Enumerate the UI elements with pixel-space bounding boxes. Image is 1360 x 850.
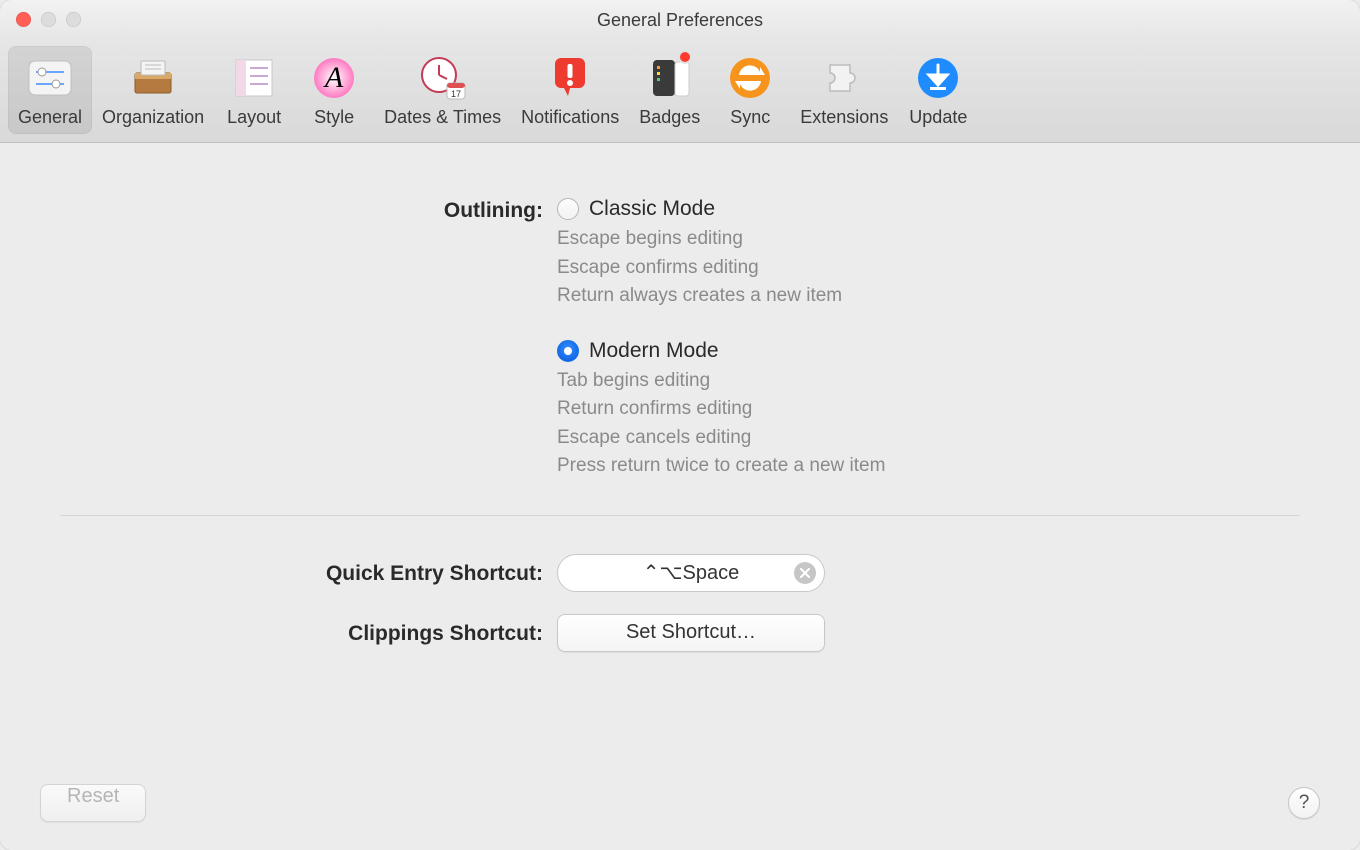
sync-icon	[720, 52, 780, 104]
style-icon: A	[304, 52, 364, 104]
quick-entry-shortcut-field[interactable]: ⌃⌥Space	[557, 554, 825, 592]
svg-text:17: 17	[451, 89, 461, 99]
radio-button-checked-icon	[557, 340, 579, 362]
tab-label: Extensions	[800, 108, 888, 126]
quick-entry-label: Quick Entry Shortcut:	[60, 560, 557, 586]
zoom-window-button[interactable]	[66, 12, 81, 27]
sliders-icon	[20, 52, 80, 104]
x-icon	[800, 568, 810, 578]
separator	[60, 515, 1300, 516]
general-pane: Outlining: Classic Mode Escape begins ed…	[0, 143, 1360, 837]
desc-line: Return confirms editing	[557, 395, 1300, 424]
alert-icon	[540, 52, 600, 104]
titlebar: General Preferences	[0, 0, 1360, 40]
tab-label: Update	[909, 108, 967, 126]
tab-notifications[interactable]: Notifications	[511, 46, 629, 134]
tab-label: Dates & Times	[384, 108, 501, 126]
tab-badges[interactable]: Badges	[629, 46, 710, 134]
classic-mode-description: Escape begins editing Escape confirms ed…	[557, 225, 1300, 311]
radio-title: Classic Mode	[589, 197, 715, 221]
tab-label: Notifications	[521, 108, 619, 126]
tab-label: Organization	[102, 108, 204, 126]
modern-mode-description: Tab begins editing Return confirms editi…	[557, 367, 1300, 481]
footer: Reset ?	[40, 784, 1320, 822]
tab-sync[interactable]: Sync	[710, 46, 790, 134]
set-clippings-shortcut-button[interactable]: Set Shortcut…	[557, 614, 825, 652]
clock-calendar-icon: 17	[413, 52, 473, 104]
radio-button-icon	[557, 198, 579, 220]
clear-shortcut-button[interactable]	[794, 562, 816, 584]
help-button[interactable]: ?	[1288, 787, 1320, 819]
tab-label: Badges	[639, 108, 700, 126]
button-label: Reset	[67, 785, 119, 807]
desc-line: Escape cancels editing	[557, 424, 1300, 453]
outlining-label: Outlining:	[60, 197, 557, 223]
radio-classic-mode[interactable]: Classic Mode	[557, 197, 1300, 221]
svg-text:A: A	[323, 61, 344, 94]
layout-icon	[224, 52, 284, 104]
minimize-window-button[interactable]	[41, 12, 56, 27]
radio-title: Modern Mode	[589, 339, 719, 363]
desc-line: Return always creates a new item	[557, 282, 1300, 311]
drawer-icon	[123, 52, 183, 104]
window-controls	[16, 12, 81, 27]
desc-line: Press return twice to create a new item	[557, 452, 1300, 481]
download-icon	[908, 52, 968, 104]
button-label: Set Shortcut…	[626, 621, 756, 644]
shortcut-value: ⌃⌥Space	[643, 560, 740, 585]
preferences-toolbar: General Organization	[0, 40, 1360, 143]
close-window-button[interactable]	[16, 12, 31, 27]
tab-dates-times[interactable]: 17 Dates & Times	[374, 46, 511, 134]
help-icon: ?	[1299, 792, 1310, 814]
radio-modern-mode[interactable]: Modern Mode	[557, 339, 1300, 363]
tab-general[interactable]: General	[8, 46, 92, 134]
tab-style[interactable]: A Style	[294, 46, 374, 134]
tab-label: Sync	[730, 108, 770, 126]
preferences-window: General Preferences General	[0, 0, 1360, 850]
clippings-row: Clippings Shortcut: Set Shortcut…	[60, 614, 1300, 652]
tab-update[interactable]: Update	[898, 46, 978, 134]
puzzle-icon	[814, 52, 874, 104]
window-title: General Preferences	[597, 10, 763, 31]
desc-line: Escape confirms editing	[557, 254, 1300, 283]
tab-layout[interactable]: Layout	[214, 46, 294, 134]
desc-line: Escape begins editing	[557, 225, 1300, 254]
tab-extensions[interactable]: Extensions	[790, 46, 898, 134]
tab-label: Layout	[227, 108, 281, 126]
clippings-label: Clippings Shortcut:	[60, 620, 557, 646]
reset-button[interactable]: Reset	[40, 784, 146, 822]
desc-line: Tab begins editing	[557, 367, 1300, 396]
tab-organization[interactable]: Organization	[92, 46, 214, 134]
outlining-row: Outlining: Classic Mode Escape begins ed…	[60, 197, 1300, 491]
quick-entry-row: Quick Entry Shortcut: ⌃⌥Space	[60, 554, 1300, 592]
tab-label: Style	[314, 108, 354, 126]
tab-label: General	[18, 108, 82, 126]
